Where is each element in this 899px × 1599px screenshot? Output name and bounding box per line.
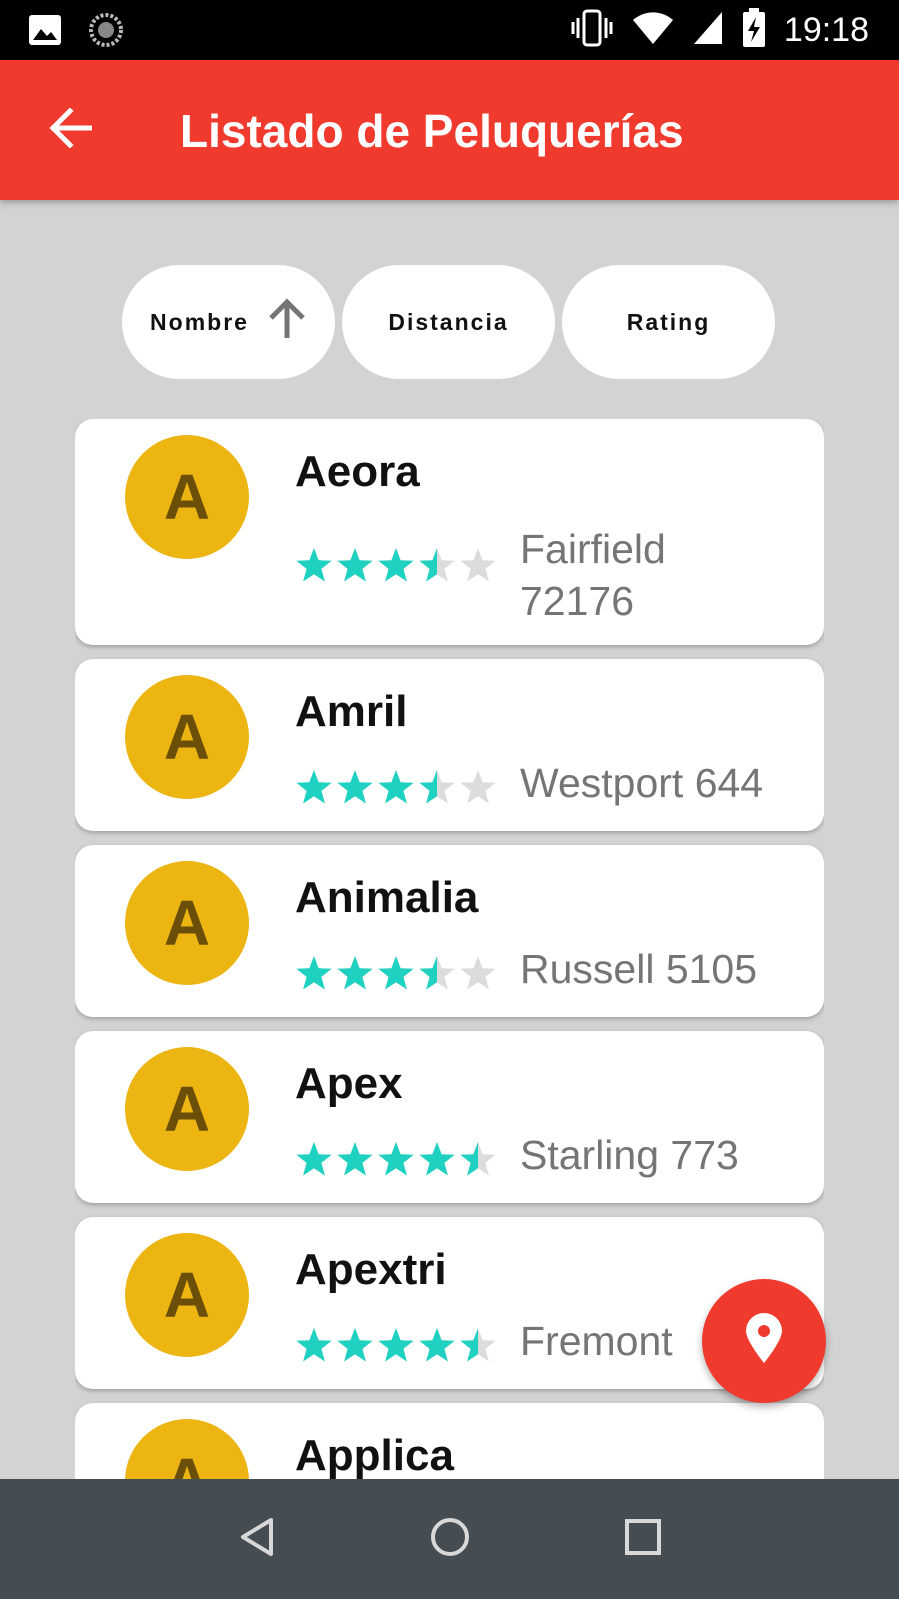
star-icon <box>337 956 373 990</box>
salon-card[interactable]: A Amril Westport 644 <box>75 659 824 831</box>
app-bar: Listado de Peluquerías <box>0 60 899 200</box>
star-icon <box>460 1142 496 1176</box>
sort-by-rating-chip[interactable]: Rating <box>562 265 775 379</box>
star-rating <box>295 769 497 807</box>
star-rating <box>295 1141 497 1179</box>
star-icon <box>378 770 414 804</box>
salon-name: Aeora <box>295 447 420 496</box>
salon-card[interactable]: A Animalia Russell 5105 <box>75 845 824 1017</box>
star-icon <box>378 1328 414 1362</box>
page-title: Listado de Peluquerías <box>180 105 684 157</box>
star-icon <box>296 548 332 582</box>
star-rating <box>295 1327 497 1365</box>
arrow-up-icon <box>267 298 307 346</box>
sort-chip-label: Distancia <box>388 308 509 335</box>
map-fab-button[interactable] <box>702 1279 826 1403</box>
nav-back-button[interactable] <box>227 1509 287 1569</box>
recents-square-icon <box>624 1518 662 1561</box>
avatar: A <box>125 435 249 559</box>
sort-chips: Nombre Distancia Rating <box>122 265 775 379</box>
avatar: A <box>125 1047 249 1171</box>
star-icon <box>337 1142 373 1176</box>
salon-name: Animalia <box>295 873 479 922</box>
sort-chip-label: Rating <box>626 308 711 335</box>
arrow-left-icon <box>48 106 93 153</box>
nav-recents-button[interactable] <box>613 1509 673 1569</box>
star-icon <box>419 770 455 804</box>
avatar: A <box>125 1233 249 1357</box>
salon-card[interactable]: A Applica <box>75 1403 824 1479</box>
battery-charging-icon <box>742 8 766 53</box>
salon-address: Westport 644 <box>520 760 764 806</box>
salon-name: Amril <box>295 687 408 736</box>
star-icon <box>419 548 455 582</box>
vibrate-icon <box>570 8 614 53</box>
star-icon <box>296 956 332 990</box>
star-icon <box>419 1328 455 1362</box>
sort-by-distance-chip[interactable]: Distancia <box>342 265 555 379</box>
sort-chip-label: Nombre <box>150 308 249 335</box>
star-icon <box>378 956 414 990</box>
star-icon <box>296 1328 332 1362</box>
star-rating <box>295 955 497 993</box>
star-icon <box>378 1142 414 1176</box>
back-triangle-icon <box>237 1516 277 1563</box>
salon-address: Russell 5105 <box>520 946 758 992</box>
star-icon <box>337 770 373 804</box>
signal-icon <box>692 10 724 51</box>
star-rating <box>295 547 497 585</box>
star-icon <box>460 770 496 804</box>
wifi-icon <box>632 10 674 51</box>
home-circle-icon <box>429 1516 471 1563</box>
salon-name: Apex <box>295 1059 403 1108</box>
star-icon <box>460 1328 496 1362</box>
salon-address: Fairfield 72176 <box>520 526 666 624</box>
star-icon <box>296 1142 332 1176</box>
nav-home-button[interactable] <box>420 1509 480 1569</box>
system-nav-bar <box>0 1479 899 1599</box>
salon-name: Apextri <box>295 1245 447 1294</box>
avatar: A <box>125 675 249 799</box>
salon-address: Fremont <box>520 1318 673 1364</box>
salon-card[interactable]: A Apex Starling 773 <box>75 1031 824 1203</box>
star-icon <box>460 956 496 990</box>
star-icon <box>296 770 332 804</box>
star-icon <box>419 1142 455 1176</box>
status-time: 19:18 <box>783 11 869 49</box>
salon-address: Starling 773 <box>520 1132 739 1178</box>
sync-icon <box>88 12 124 53</box>
salon-name: Applica <box>295 1431 454 1479</box>
star-icon <box>419 956 455 990</box>
status-bar: 19:18 <box>0 0 899 60</box>
star-icon <box>460 548 496 582</box>
avatar: A <box>125 861 249 985</box>
sort-by-name-chip[interactable]: Nombre <box>122 265 335 379</box>
image-icon <box>28 14 62 51</box>
map-pin-icon <box>744 1312 784 1370</box>
back-button[interactable] <box>40 100 100 160</box>
star-icon <box>337 548 373 582</box>
salon-card[interactable]: A Aeora Fairfield 72176 <box>75 419 824 645</box>
star-icon <box>337 1328 373 1362</box>
avatar: A <box>125 1419 249 1479</box>
star-icon <box>378 548 414 582</box>
